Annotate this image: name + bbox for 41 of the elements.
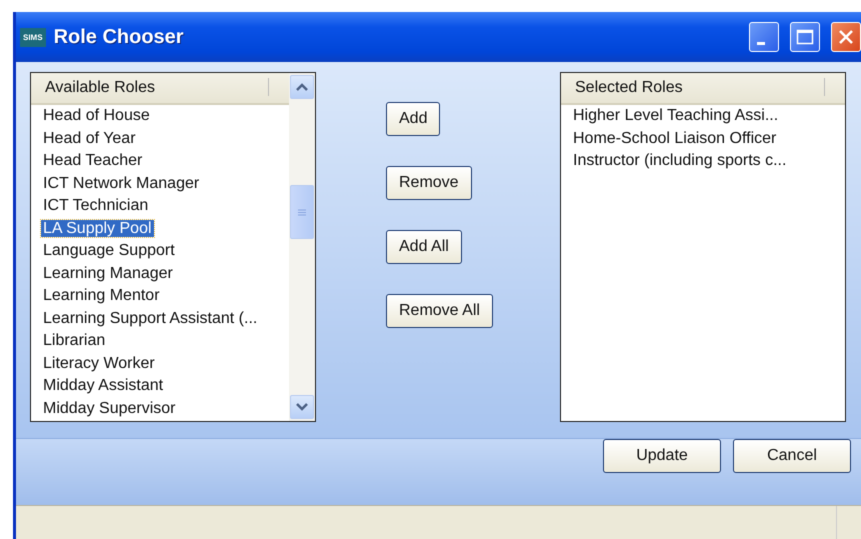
role-item[interactable]: Head of House xyxy=(41,107,152,124)
role-item[interactable]: Language Support xyxy=(41,242,177,259)
role-item[interactable]: ICT Network Manager xyxy=(41,174,202,192)
role-item[interactable]: Learning Support Assistant (... xyxy=(41,310,260,326)
roles-list[interactable] xyxy=(30,72,316,422)
role-item[interactable]: ICT Technician xyxy=(41,197,150,214)
dialog-button[interactable]: Update xyxy=(603,439,721,473)
minimize-button[interactable] xyxy=(749,22,779,52)
dialog-button[interactable]: Cancel xyxy=(733,439,851,473)
close-icon xyxy=(838,29,854,45)
transfer-button[interactable]: Add xyxy=(386,102,440,136)
role-item[interactable]: Higher Level Teaching Assi... xyxy=(571,107,780,124)
transfer-button[interactable]: Remove xyxy=(386,166,472,200)
chevron-down-icon xyxy=(296,403,308,411)
minimize-icon xyxy=(757,42,765,44)
role-item[interactable]: Instructor (including sports c... xyxy=(571,152,788,169)
scroll-up-button[interactable] xyxy=(290,75,314,99)
close-button[interactable] xyxy=(831,22,861,52)
role-item[interactable]: Librarian xyxy=(41,332,108,349)
role-item[interactable]: Home-School Liaison Officer xyxy=(571,130,778,146)
chevron-up-icon xyxy=(296,83,308,91)
role-item[interactable]: Learning Mentor xyxy=(41,287,162,304)
role-item[interactable]: Literacy Worker xyxy=(41,354,157,372)
maximize-button[interactable] xyxy=(790,22,820,52)
role-item[interactable]: Head Teacher xyxy=(41,152,144,169)
role-item[interactable]: Midday Assistant xyxy=(41,377,166,394)
transfer-button[interactable]: Add All xyxy=(386,230,462,264)
maximize-icon xyxy=(796,29,814,45)
window-title: Role Chooser xyxy=(54,26,185,48)
roles-list[interactable]: Selected Roles Higher Level Teaching Assi... Home-School Liaison Officer Instructor (including sports c... xyxy=(560,72,846,422)
column-header[interactable]: Selected Roles xyxy=(561,73,845,105)
grip-icon xyxy=(298,208,306,216)
role-item[interactable]: LA Supply Pool xyxy=(41,220,154,236)
role-item[interactable]: Learning Manager xyxy=(41,264,175,282)
scroll-down-button[interactable] xyxy=(290,395,314,419)
transfer-button[interactable]: Remove All xyxy=(386,294,493,328)
column-header[interactable]: Available Roles xyxy=(31,73,289,105)
scrollbar-thumb[interactable] xyxy=(290,185,314,239)
app-logo: SIMS xyxy=(20,28,46,46)
role-item[interactable]: Midday Supervisor xyxy=(41,400,178,416)
role-item[interactable]: Head of Year xyxy=(41,130,138,146)
